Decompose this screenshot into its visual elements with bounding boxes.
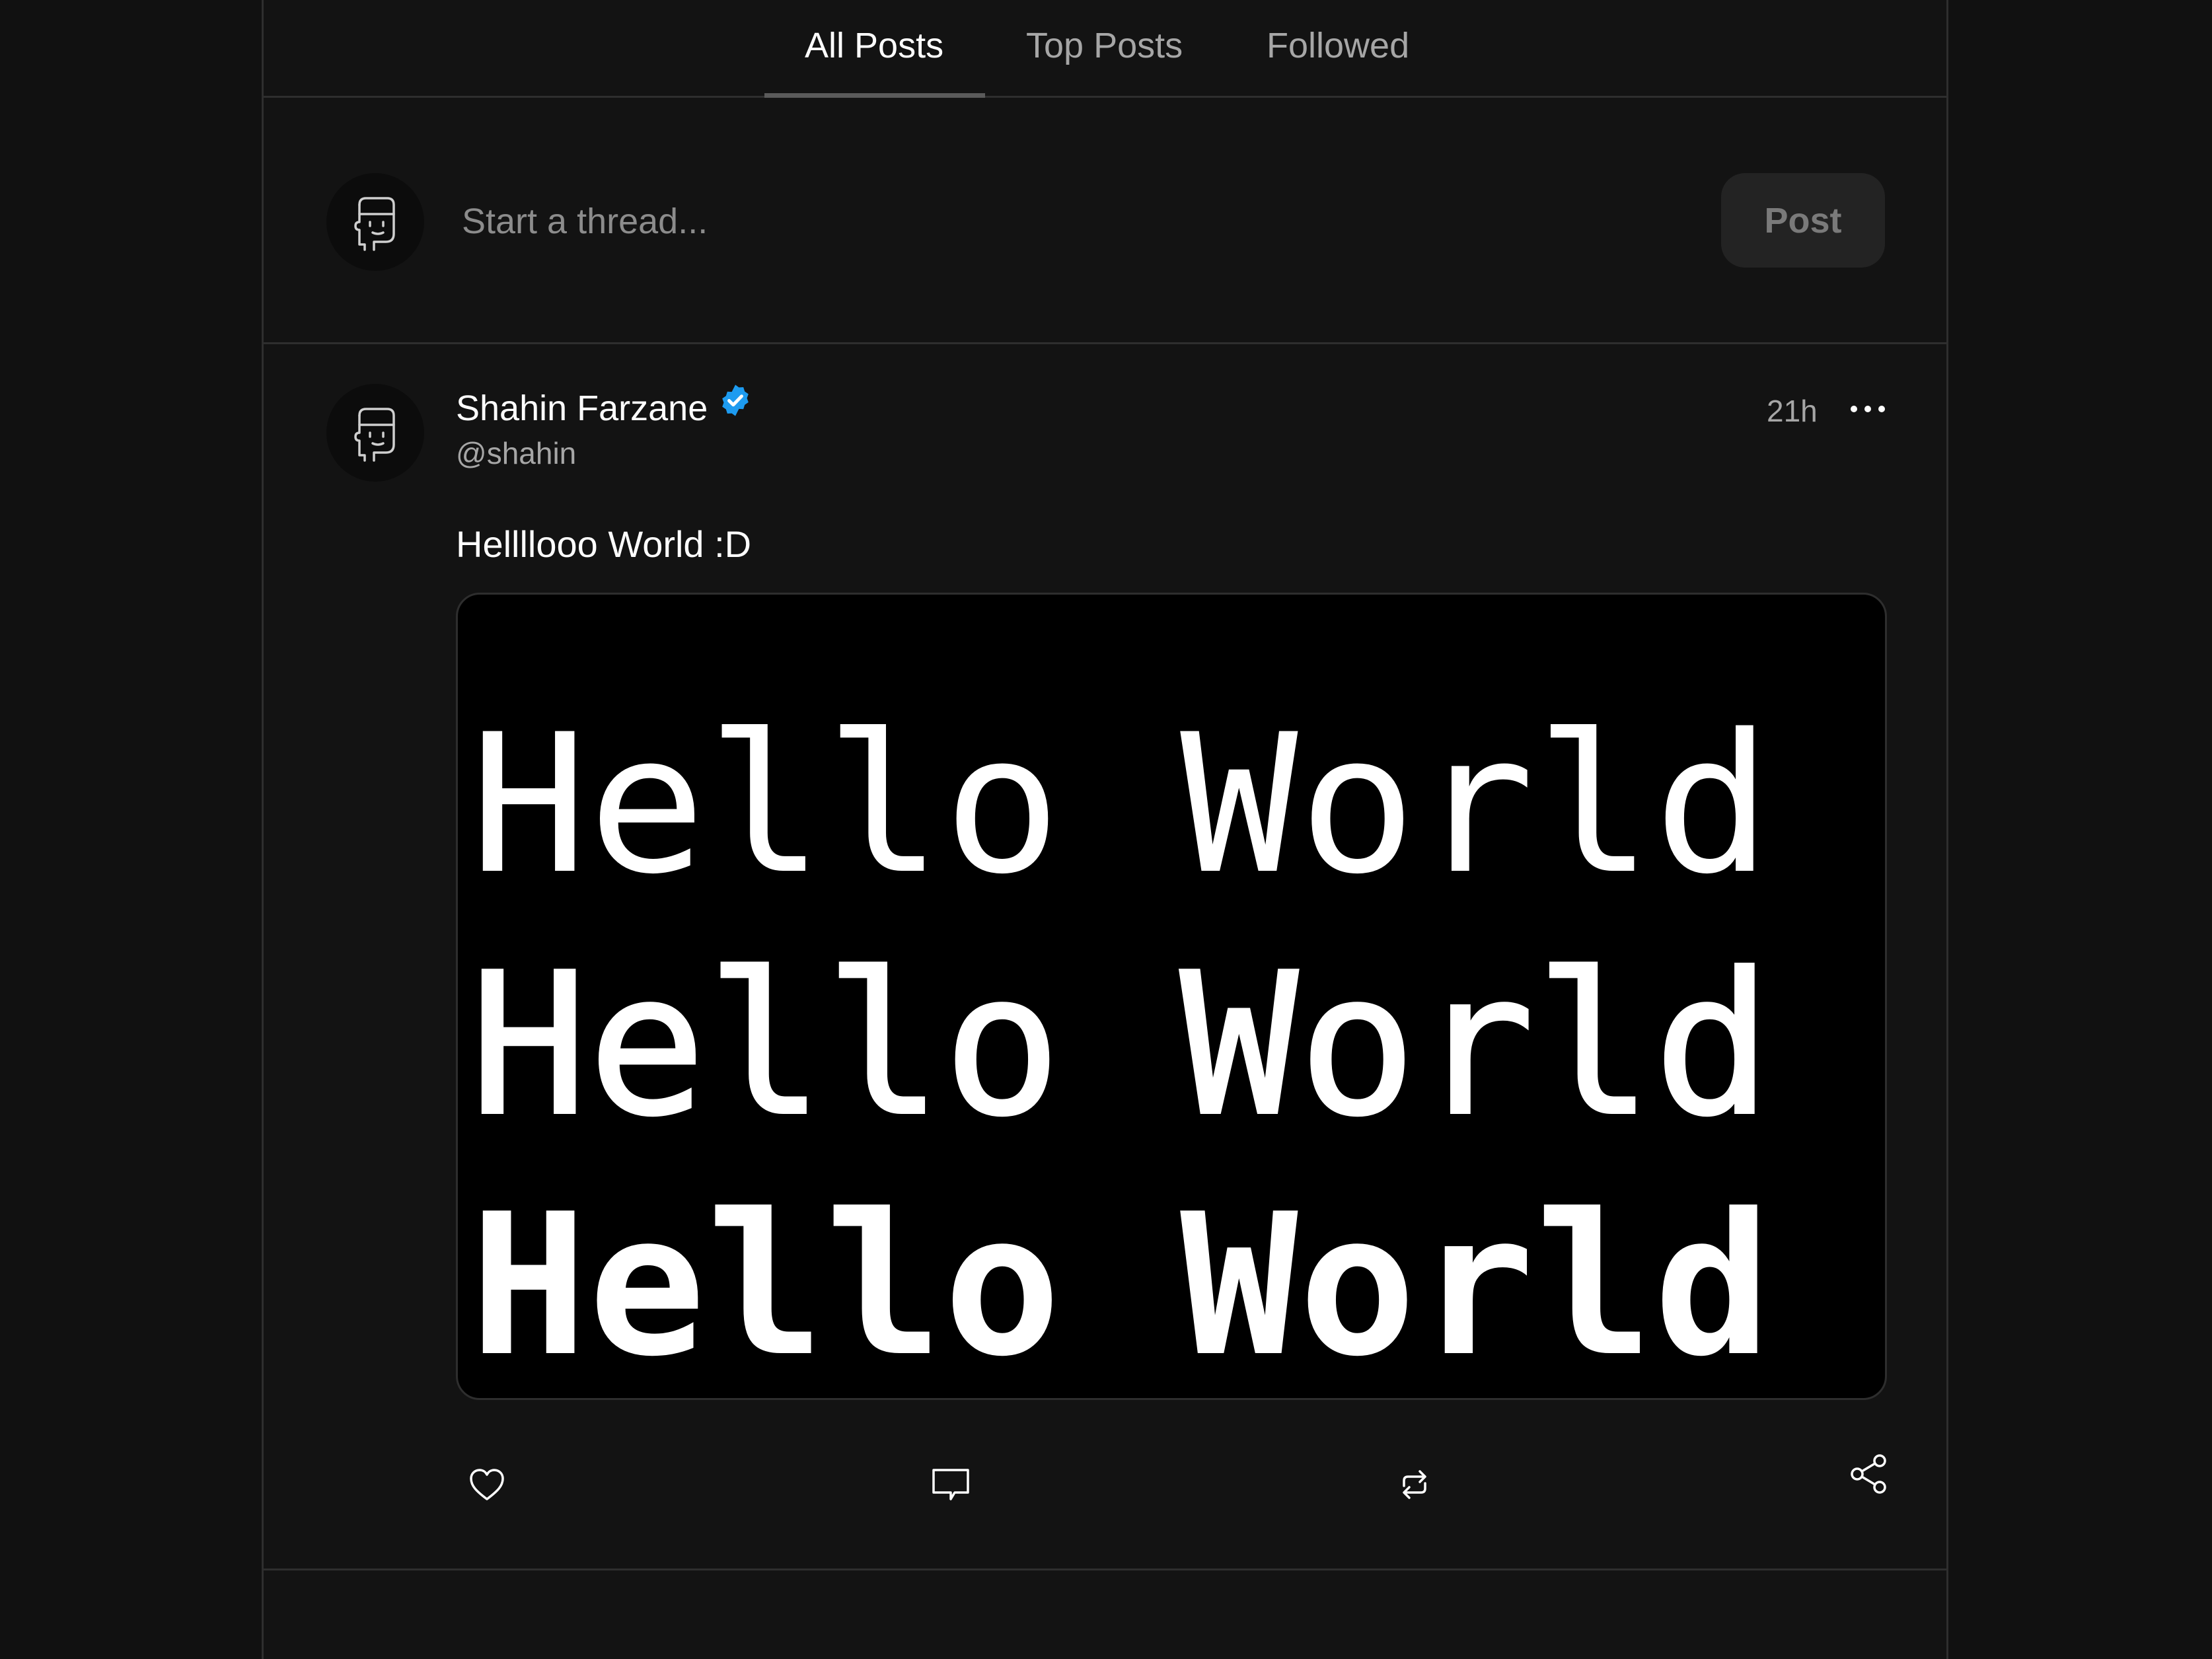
thread-composer: Post bbox=[264, 98, 1946, 344]
author-name[interactable]: Shahin Farzane bbox=[456, 388, 708, 429]
like-button[interactable] bbox=[463, 1461, 511, 1508]
image-text-line-bold: Hello World bbox=[470, 1171, 1773, 1399]
verified-badge-icon bbox=[722, 385, 749, 416]
share-icon bbox=[1851, 1454, 1886, 1494]
share-button[interactable] bbox=[1845, 1450, 1893, 1498]
thread-input[interactable] bbox=[462, 192, 1717, 251]
author-handle[interactable]: @shahin bbox=[456, 435, 576, 471]
image-text-line-light: Hello World bbox=[470, 692, 1773, 916]
repost-button[interactable] bbox=[1391, 1461, 1438, 1508]
post-timestamp: 21h bbox=[1767, 394, 1818, 428]
comment-icon bbox=[932, 1469, 969, 1500]
tab-followed[interactable]: Followed bbox=[1267, 25, 1409, 66]
tab-top-posts[interactable]: Top Posts bbox=[1026, 25, 1183, 66]
tab-all-posts[interactable]: All Posts bbox=[805, 25, 943, 66]
feed-column: All Posts Top Posts Followed Post bbox=[262, 0, 1948, 1659]
heart-icon bbox=[470, 1469, 504, 1500]
feed-tabs: All Posts Top Posts Followed bbox=[264, 0, 1946, 98]
face-avatar-icon bbox=[354, 408, 395, 462]
post-button[interactable]: Post bbox=[1721, 173, 1885, 268]
face-avatar-icon bbox=[354, 197, 395, 251]
image-text-line-regular: Hello World bbox=[468, 931, 1773, 1159]
more-options-icon[interactable] bbox=[1848, 392, 1888, 426]
avatar[interactable] bbox=[326, 173, 424, 271]
author-avatar[interactable] bbox=[326, 384, 424, 482]
active-tab-indicator bbox=[764, 93, 985, 98]
post-text: Hellllooo World :D bbox=[456, 523, 752, 565]
comment-button[interactable] bbox=[927, 1461, 975, 1508]
post-card: Shahin Farzane @shahin 21h Hellllooo Wor… bbox=[264, 344, 1946, 1570]
repost-icon bbox=[1403, 1470, 1426, 1499]
post-image[interactable]: Hello World Hello World Hello World bbox=[456, 593, 1887, 1400]
